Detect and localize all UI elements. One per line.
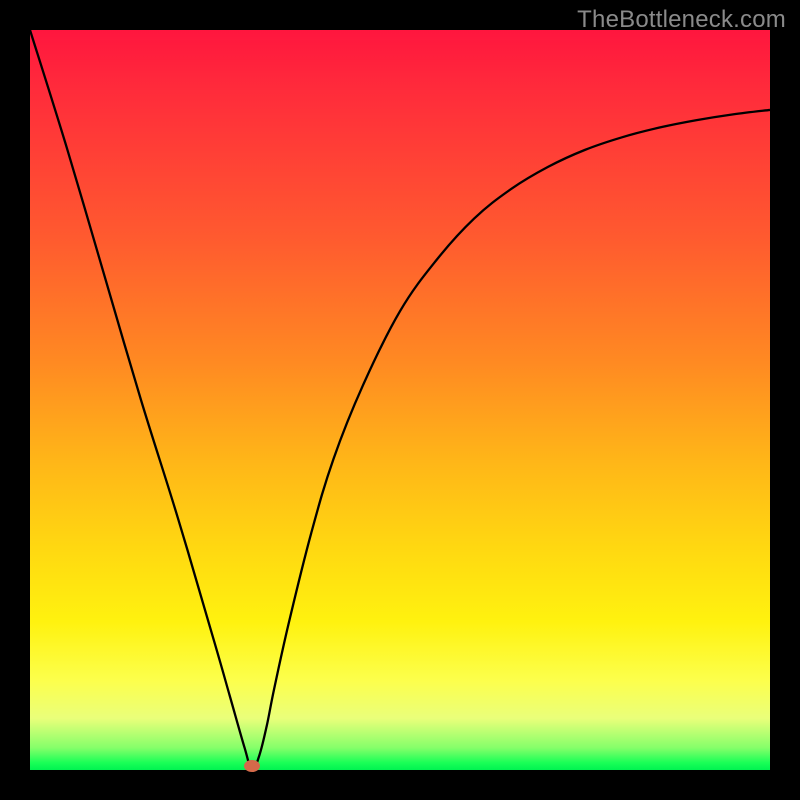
- bottleneck-curve: [30, 30, 770, 770]
- bottleneck-curve-svg: [30, 30, 770, 770]
- chart-frame: TheBottleneck.com: [0, 0, 800, 800]
- bottleneck-minimum-marker: [244, 760, 260, 772]
- plot-area: [30, 30, 770, 770]
